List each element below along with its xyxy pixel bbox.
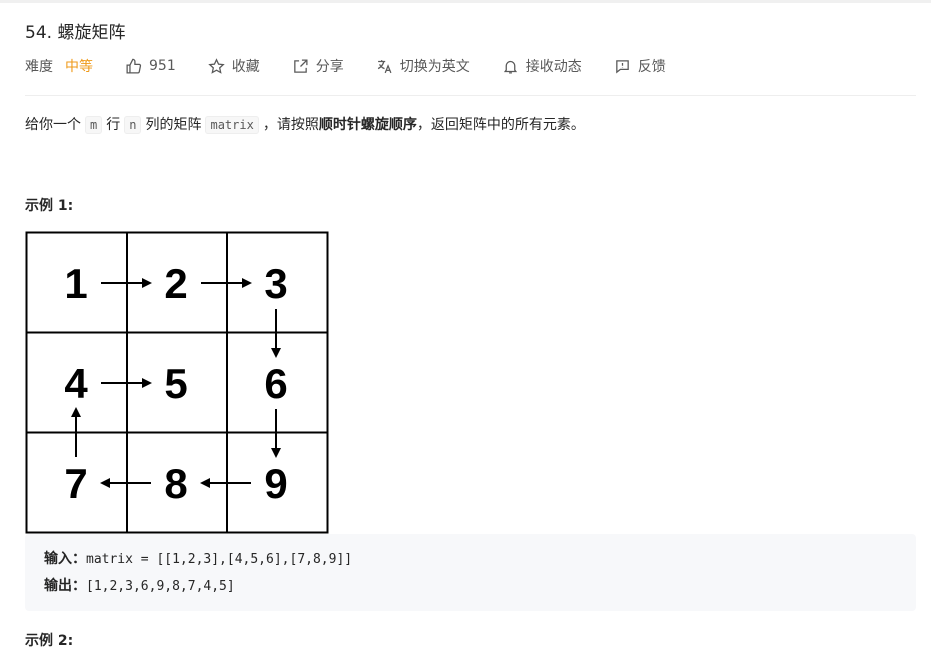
example-1-input-line: 输入：matrix = [[1,2,3],[4,5,6],[7,8,9]] (44, 548, 352, 568)
thumbs-up-icon (126, 58, 142, 74)
subscribe-label: 接收动态 (525, 59, 582, 75)
cell-2: 2 (164, 260, 187, 307)
like-button[interactable]: 951 (125, 58, 176, 75)
bell-icon (503, 60, 517, 74)
header-divider (25, 95, 916, 96)
cell-3: 3 (264, 260, 287, 307)
desc-text-5: ，返回矩阵中的所有元素。 (416, 117, 585, 133)
difficulty-value: 中等 (65, 59, 93, 75)
code-matrix: matrix (205, 116, 259, 134)
favorite-label: 收藏 (231, 59, 260, 75)
desc-bold: 顺时针螺旋顺序 (318, 117, 417, 133)
cell-6: 6 (264, 360, 287, 407)
top-border (0, 0, 931, 3)
subscribe-button[interactable]: 接收动态 (502, 56, 582, 76)
problem-title: 54. 螺旋矩阵 (25, 23, 126, 43)
cell-4: 4 (64, 360, 88, 407)
cell-7: 7 (64, 460, 87, 507)
feedback-button[interactable]: 反馈 (614, 56, 666, 76)
cell-5: 5 (164, 360, 187, 407)
example-1-output-line: 输出：[1,2,3,6,9,8,7,4,5] (44, 575, 235, 595)
star-icon (208, 57, 225, 74)
output-label: 输出： (44, 578, 86, 594)
feedback-label: 反馈 (637, 59, 666, 75)
input-value: matrix = [[1,2,3],[4,5,6],[7,8,9]] (86, 552, 353, 567)
share-label: 分享 (315, 59, 344, 75)
cell-9: 9 (264, 460, 287, 507)
cell-1: 1 (64, 260, 87, 307)
code-n: n (124, 116, 142, 134)
problem-description: 给你一个 m 行 n 列的矩阵 matrix ，请按照顺时针螺旋顺序，返回矩阵中的所有元素。 (25, 114, 585, 136)
switch-language-label: 切换为英文 (399, 59, 470, 75)
switch-language-button[interactable]: 切换为英文 (376, 56, 470, 76)
code-m: m (85, 116, 103, 134)
feedback-icon (615, 59, 629, 73)
example-1-io-block: 输入：matrix = [[1,2,3],[4,5,6],[7,8,9]] 输出… (25, 534, 916, 611)
desc-text-3: 列的矩阵 (145, 117, 202, 133)
input-label: 输入： (44, 551, 86, 567)
like-count: 951 (149, 58, 176, 74)
difficulty-label: 难度 (25, 59, 53, 75)
cell-8: 8 (164, 460, 187, 507)
desc-text-2: 行 (106, 117, 121, 133)
output-value: [1,2,3,6,9,8,7,4,5] (86, 579, 235, 594)
share-button[interactable]: 分享 (292, 56, 344, 76)
spiral-matrix-diagram: 1 2 3 4 5 6 7 8 9 (25, 231, 329, 534)
translate-icon (377, 59, 392, 73)
desc-text-4: ，请按照 (262, 117, 319, 133)
example-2-title: 示例 2: (25, 633, 74, 649)
desc-text-1: 给你一个 (25, 117, 81, 133)
favorite-button[interactable]: 收藏 (208, 56, 260, 76)
share-icon (293, 58, 308, 73)
problem-meta-bar: 难度 中等 951 收藏 分享 切换为英文 接收动态 反馈 (25, 55, 698, 77)
example-1-title: 示例 1: (25, 198, 74, 214)
